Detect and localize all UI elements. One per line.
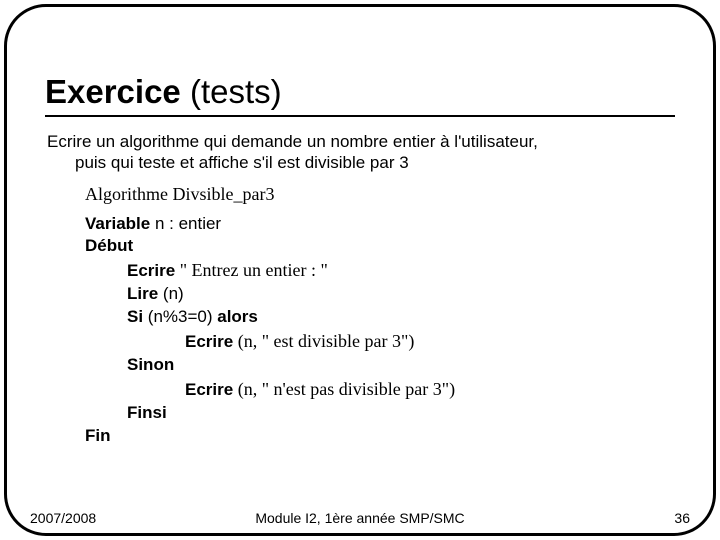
algorithm-body: Variable n : entier Début Ecrire " Entre… [85, 213, 675, 448]
line-lire: Lire (n) [85, 283, 675, 306]
slide-title: Exercice (tests) [45, 73, 675, 111]
line-variable: Variable n : entier [85, 213, 675, 236]
line-debut: Début [85, 235, 675, 258]
slide-frame: Exercice (tests) Ecrire un algorithme qu… [4, 4, 716, 536]
line-ecrire-prompt: Ecrire " Entrez un entier : " [85, 258, 675, 283]
line-finsi: Finsi [85, 402, 675, 425]
prompt-line-1: Ecrire un algorithme qui demande un nomb… [47, 132, 538, 151]
line-sinon: Sinon [85, 354, 675, 377]
slide-footer: 2007/2008 Module I2, 1ère année SMP/SMC … [30, 510, 690, 526]
exercise-prompt: Ecrire un algorithme qui demande un nomb… [45, 131, 675, 174]
line-ecrire-not-divisible: Ecrire (n, " n'est pas divisible par 3") [85, 377, 675, 402]
algorithm-name: Algorithme Divsible_par3 [85, 184, 675, 205]
title-underline [45, 115, 675, 117]
footer-module: Module I2, 1ère année SMP/SMC [30, 510, 690, 526]
line-fin: Fin [85, 425, 675, 448]
prompt-line-2: puis qui teste et affiche s'il est divis… [47, 152, 675, 173]
line-ecrire-divisible: Ecrire (n, " est divisible par 3") [85, 329, 675, 354]
title-main: Exercice [45, 73, 181, 110]
title-sub: (tests) [181, 73, 282, 110]
line-si: Si (n%3=0) alors [85, 306, 675, 329]
